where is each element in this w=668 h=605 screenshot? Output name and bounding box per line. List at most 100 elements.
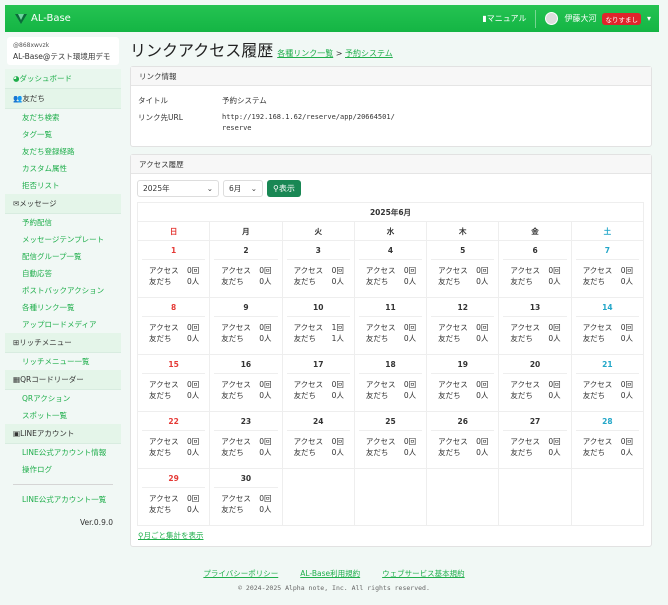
calendar-day: 2 アクセス 0回 友だち 0人 <box>209 240 283 298</box>
sidebar-item[interactable]: ポストバックアクション <box>5 282 121 299</box>
access-count: 0回 <box>620 266 633 275</box>
access-count: 0回 <box>187 437 200 446</box>
access-label: アクセス <box>221 266 251 275</box>
sidebar-item[interactable]: リッチメニュー一覧 <box>5 353 121 370</box>
show-button[interactable]: ⚲ 表示 <box>267 180 301 197</box>
brand-logo[interactable]: AL-Base <box>15 13 71 25</box>
sidebar-section-header[interactable]: 👥 友だち <box>5 89 121 109</box>
friends-label: 友だち <box>365 277 389 286</box>
friends-label: 友だち <box>582 448 606 457</box>
weekday-header: 金 <box>498 221 572 241</box>
sidebar-item-account-list[interactable]: LINE公式アカウント一覧 <box>5 491 121 508</box>
sidebar-item[interactable]: 各種リンク一覧 <box>5 299 121 316</box>
calendar-day: 23 アクセス 0回 友だち 0人 <box>209 411 283 469</box>
access-count: 0回 <box>403 380 417 389</box>
sidebar-item[interactable]: QRアクション <box>5 390 121 407</box>
day-number: 19 <box>431 355 495 374</box>
sidebar-item[interactable]: LINE公式アカウント情報 <box>5 444 121 461</box>
calendar-day: 24 アクセス 0回 友だち 0人 <box>281 411 355 469</box>
impersonate-badge: なりすまし <box>602 12 641 25</box>
calendar-week: 8 アクセス 0回 友だち 0人 9 アクセス 0回 友だち 0人 10 アクセス 1回 友だ… <box>136 297 645 355</box>
monthly-summary-link[interactable]: ⚲月ごと集計を表示 <box>138 531 204 540</box>
sidebar-item[interactable]: 自動応答 <box>5 265 121 282</box>
sidebar-item[interactable]: カスタム属性 <box>5 160 121 177</box>
sidebar-item[interactable]: 予約配信 <box>5 214 121 231</box>
user-name[interactable]: 伊藤大河 <box>564 13 596 24</box>
sidebar-item[interactable]: タグ一覧 <box>5 126 121 143</box>
sidebar-item[interactable]: スポット一覧 <box>5 407 121 424</box>
sidebar-item[interactable]: アップロードメディア <box>5 316 121 333</box>
year-select[interactable]: 2025年 ⌄ <box>137 180 219 197</box>
terms-link[interactable]: AL-Base利用規約 <box>300 568 360 579</box>
line-icon: ▣ <box>13 429 21 438</box>
calendar-day: 29 アクセス 0回 友だち 0人 <box>136 468 211 526</box>
manual-link[interactable]: ▮マニュアル <box>482 13 526 24</box>
sidebar-section-header[interactable]: ▣ LINEアカウント <box>5 424 121 444</box>
sidebar-item[interactable]: 友だち登録経路 <box>5 143 121 160</box>
sidebar-section-header[interactable]: ▦ QRコードリーダー <box>5 370 121 390</box>
sidebar-section-header[interactable]: ✉ メッセージ <box>5 194 121 214</box>
sidebar-item[interactable]: メッセージテンプレート <box>5 231 121 248</box>
sidebar-item[interactable]: 友だち検索 <box>5 109 121 126</box>
friends-label: 友だち <box>365 448 389 457</box>
access-label: アクセス <box>293 323 324 332</box>
breadcrumb-link-current[interactable]: 予約システム <box>345 49 393 58</box>
access-label: アクセス <box>365 266 396 275</box>
sidebar-item[interactable]: 操作ログ <box>5 461 121 478</box>
divider <box>13 484 113 485</box>
top-header: AL-Base ▮マニュアル 伊藤大河 なりすまし ▾ <box>5 5 659 32</box>
friends-count: 0人 <box>331 277 344 286</box>
show-label: 表示 <box>278 184 295 193</box>
calendar-day: 6 アクセス 0回 友だち 0人 <box>498 240 572 298</box>
month-select[interactable]: 6月 ⌄ <box>223 180 263 197</box>
calendar-day: 17 アクセス 0回 友だち 0人 <box>281 354 355 412</box>
day-number: 21 <box>575 355 639 374</box>
card-header: アクセス履歴 <box>131 155 651 174</box>
sidebar-item[interactable]: 配信グループ一覧 <box>5 248 121 265</box>
day-number: 6 <box>503 241 567 260</box>
access-count: 0回 <box>187 380 200 389</box>
friends-count: 0人 <box>548 448 561 457</box>
friends-label: 友だち <box>510 277 533 286</box>
access-label: アクセス <box>438 323 468 332</box>
friends-label: 友だち <box>438 334 461 343</box>
web-terms-link[interactable]: ウェブサービス基本規約 <box>382 568 465 579</box>
privacy-link[interactable]: プライバシーポリシー <box>203 568 278 579</box>
breadcrumb-link-list[interactable]: 各種リンク一覧 <box>277 49 333 58</box>
access-count: 0回 <box>476 437 489 446</box>
footer: プライバシーポリシー AL-Base利用規約 ウェブサービス基本規約 © 202… <box>0 560 668 592</box>
calendar-day: 25 アクセス 0回 友だち 0人 <box>353 411 428 469</box>
friends-count: 0人 <box>548 277 561 286</box>
day-number: 30 <box>214 469 278 488</box>
friends-label: 友だち <box>438 277 461 286</box>
sidebar-item-dashboard[interactable]: ◕ ダッシュボード <box>5 69 121 89</box>
breadcrumb: 各種リンク一覧 > 予約システム <box>277 48 393 59</box>
day-number: 9 <box>214 298 278 317</box>
friends-label: 友だち <box>221 277 244 286</box>
friends-count: 0人 <box>548 334 561 343</box>
access-count: 0回 <box>548 266 561 275</box>
sidebar-item[interactable]: 拒否リスト <box>5 177 121 194</box>
day-number: 15 <box>142 355 206 374</box>
access-count: 0回 <box>620 323 633 332</box>
access-label: アクセス <box>438 437 468 446</box>
access-count: 0回 <box>548 437 561 446</box>
breadcrumb-separator: > <box>335 49 343 58</box>
day-number: 1 <box>142 241 206 260</box>
calendar-day: 8 アクセス 0回 友だち 0人 <box>136 297 211 355</box>
qr-icon: ▦ <box>13 375 21 384</box>
sidebar-section-header[interactable]: ⊞ リッチメニュー <box>5 333 121 353</box>
caret-down-icon[interactable]: ▾ <box>647 14 651 23</box>
calendar-day: 22 アクセス 0回 友だち 0人 <box>136 411 211 469</box>
day-number: 11 <box>358 298 423 317</box>
friends-count: 0人 <box>403 334 417 343</box>
friends-count: 0人 <box>187 334 200 343</box>
main-content: リンクアクセス履歴 各種リンク一覧 > 予約システム リンク情報 タイトル 予約シ… <box>130 37 652 547</box>
access-count: 0回 <box>620 437 633 446</box>
calendar-day: 12 アクセス 0回 友だち 0人 <box>426 297 500 355</box>
access-count: 0回 <box>403 323 417 332</box>
friends-count: 0人 <box>187 277 200 286</box>
users-icon: 👥 <box>13 94 23 103</box>
access-label: アクセス <box>582 266 613 275</box>
access-label: アクセス <box>582 437 613 446</box>
